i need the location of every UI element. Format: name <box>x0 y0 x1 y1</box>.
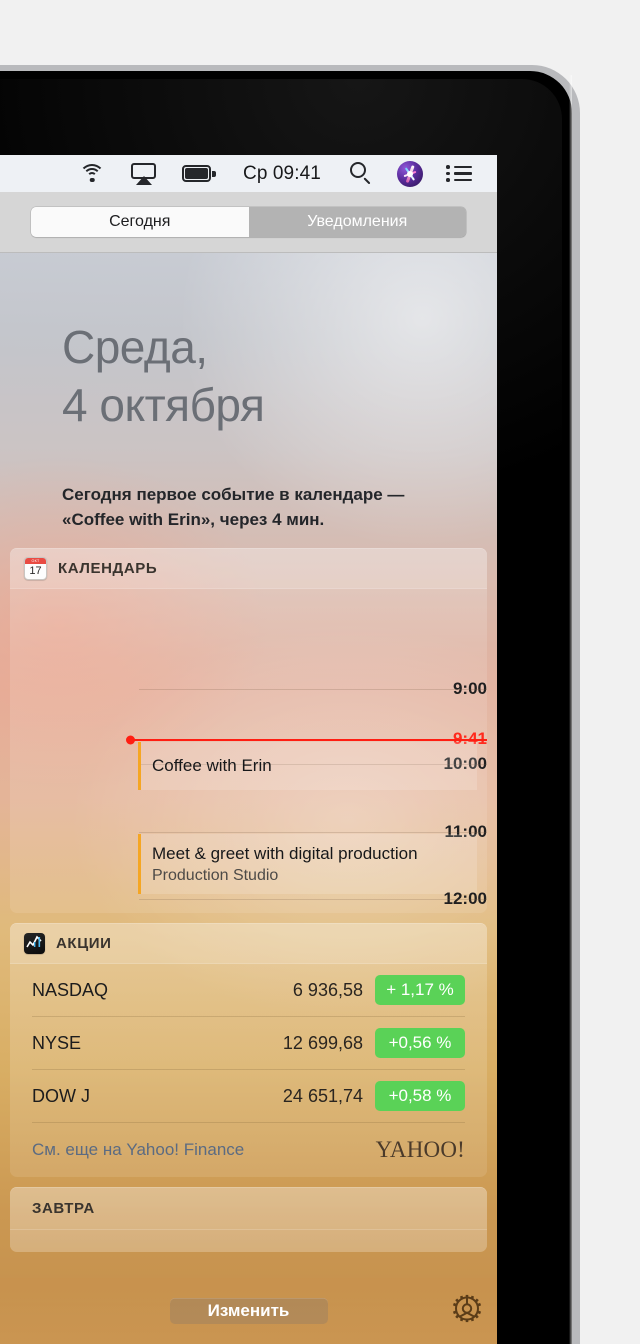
date-day-month: 4 октября <box>62 379 265 431</box>
tab-today[interactable]: Сегодня <box>31 207 249 237</box>
stocks-footer: См. еще на Yahoo! Finance YAHOO! <box>32 1123 465 1177</box>
stocks-list: NASDAQ 6 936,58 + 1,17 % NYSE 12 699,68 … <box>10 964 487 1177</box>
calendar-widget-header: ОКТ 17 КАЛЕНДАРЬ <box>10 548 487 589</box>
tomorrow-widget-header: ЗАВТРА <box>10 1187 487 1230</box>
stock-row[interactable]: NASDAQ 6 936,58 + 1,17 % <box>32 964 465 1017</box>
tomorrow-widget-body <box>10 1230 487 1252</box>
hour-gridline <box>139 832 487 833</box>
notification-center-tabbar: Сегодня Уведомления <box>0 192 497 253</box>
date-weekday: Среда, <box>62 321 208 373</box>
calendar-event[interactable]: Meet & greet with digital production Pro… <box>138 834 477 894</box>
calendar-timeline[interactable]: 9:00 9:41 10:00 <box>10 589 487 913</box>
calendar-event-location: Production Studio <box>152 866 279 884</box>
stocks-widget-title: АКЦИИ <box>56 934 112 952</box>
stock-symbol: DOW J <box>32 1085 90 1106</box>
stock-price: 6 936,58 <box>292 979 363 1000</box>
stock-row[interactable]: DOW J 24 651,74 +0,58 % <box>32 1070 465 1123</box>
stock-row[interactable]: NYSE 12 699,68 +0,56 % <box>32 1017 465 1070</box>
yahoo-logo: YAHOO! <box>375 1137 465 1162</box>
screenshot-root: Ср 09:41 Сегодня Уведомления Среда, 4 ок… <box>0 0 640 1344</box>
stocks-widget-header: АКЦИИ <box>10 923 487 964</box>
edit-button[interactable]: Изменить <box>169 1298 328 1324</box>
today-scroll-area[interactable]: Среда, 4 октября Сегодня первое событие … <box>0 253 497 1252</box>
screen: Ср 09:41 Сегодня Уведомления Среда, 4 ок… <box>0 155 497 1344</box>
hour-gridline <box>139 689 487 690</box>
stock-symbol: NASDAQ <box>32 979 109 1000</box>
stock-change-badge: + 1,17 % <box>375 975 465 1005</box>
calendar-widget-title: КАЛЕНДАРЬ <box>58 559 158 577</box>
stock-price: 24 651,74 <box>282 1085 363 1106</box>
stocks-icon <box>24 932 45 954</box>
segmented-control[interactable]: Сегодня Уведомления <box>31 207 466 237</box>
notification-center-icon[interactable] <box>445 155 472 192</box>
calendar-icon: ОКТ 17 <box>24 556 47 580</box>
stock-price: 12 699,68 <box>282 1032 363 1053</box>
menu-bar: Ср 09:41 <box>0 155 497 192</box>
tomorrow-widget[interactable]: ЗАВТРА <box>10 1187 487 1252</box>
siri-icon[interactable] <box>396 155 423 192</box>
calendar-event-title: Coffee with Erin <box>152 756 272 775</box>
wifi-icon[interactable] <box>78 155 106 192</box>
bezel-highlight <box>569 75 572 1344</box>
calendar-event-title: Meet & greet with digital production <box>152 843 418 863</box>
today-bottom-bar: Изменить <box>0 1278 497 1344</box>
tomorrow-widget-title: ЗАВТРА <box>32 1199 95 1217</box>
calendar-event[interactable]: Coffee with Erin <box>138 742 477 790</box>
day-summary-text: Сегодня первое событие в календаре — «Co… <box>62 485 405 529</box>
yahoo-finance-link[interactable]: См. еще на Yahoo! Finance <box>32 1140 376 1160</box>
stocks-widget[interactable]: АКЦИИ NASDAQ 6 936,58 + 1,17 % NYSE 12 6… <box>10 923 487 1177</box>
hour-gridline <box>139 899 487 900</box>
gear-icon[interactable] <box>449 1291 485 1332</box>
calendar-widget[interactable]: ОКТ 17 КАЛЕНДАРЬ 9:00 9:41 <box>10 548 487 913</box>
calendar-icon-day: 17 <box>29 564 42 577</box>
airplay-icon[interactable] <box>129 155 159 192</box>
stock-change-badge: +0,56 % <box>375 1028 465 1058</box>
battery-icon[interactable] <box>182 155 216 192</box>
search-icon[interactable] <box>348 155 374 192</box>
stock-change-badge: +0,58 % <box>375 1081 465 1111</box>
now-dot <box>126 735 135 745</box>
stock-symbol: NYSE <box>32 1032 82 1053</box>
tab-notifications[interactable]: Уведомления <box>248 207 466 237</box>
today-view: Среда, 4 октября Сегодня первое событие … <box>0 253 497 1344</box>
now-line <box>128 739 487 741</box>
date-header: Среда, 4 октября <box>0 253 497 434</box>
menu-bar-clock[interactable]: Ср 09:41 <box>239 163 325 185</box>
